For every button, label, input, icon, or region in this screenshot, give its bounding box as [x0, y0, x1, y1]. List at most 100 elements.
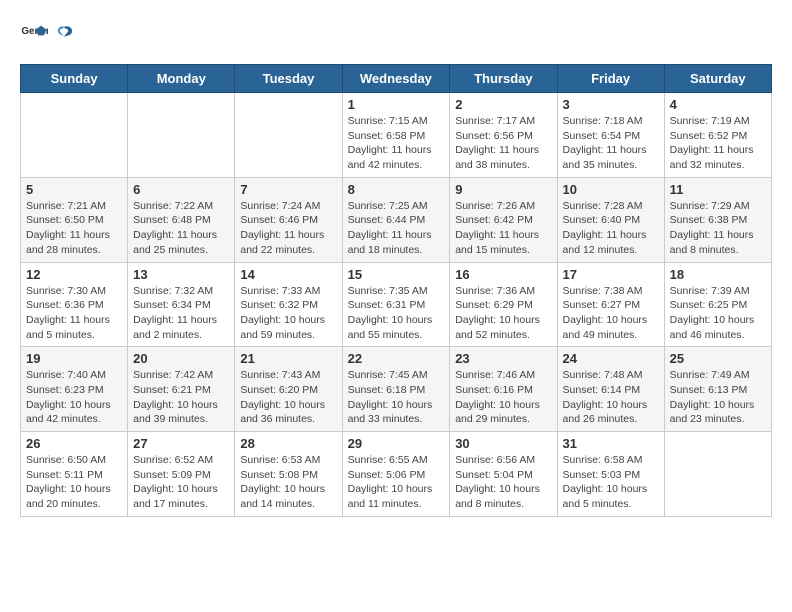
calendar-cell: 9Sunrise: 7:26 AM Sunset: 6:42 PM Daylig… — [450, 177, 557, 262]
day-info: Sunrise: 7:19 AM Sunset: 6:52 PM Dayligh… — [670, 114, 766, 173]
logo-bird-icon — [53, 23, 75, 45]
calendar-cell: 16 Sunrise: 7:36 AM Sunset: 6:29 PM Dayli… — [450, 262, 557, 347]
day-info: Sunrise: 6:53 AM Sunset: 5:08 PM Dayligh… — [240, 453, 336, 512]
day-number: 3 — [563, 97, 659, 112]
day-info: Sunrise: 7:49 AM Sunset: 6:13 PM Dayligh… — [670, 368, 766, 427]
calendar-cell: 29Sunrise: 6:55 AM Sunset: 5:06 PM Dayli… — [342, 432, 450, 517]
day-number: 15 — [348, 267, 445, 282]
calendar-cell: 10 Sunrise: 7:28 AM Sunset: 6:40 PM Dayli… — [557, 177, 664, 262]
day-number: 20 — [133, 351, 229, 366]
day-number: 2 — [455, 97, 551, 112]
day-info: Sunrise: 6:50 AM Sunset: 5:11 PM Dayligh… — [26, 453, 122, 512]
calendar-cell: 1 Sunrise: 7:15 AM Sunset: 6:58 PM Daylig… — [342, 93, 450, 178]
calendar-week-row: 1 Sunrise: 7:15 AM Sunset: 6:58 PM Daylig… — [21, 93, 772, 178]
day-info: Sunrise: 7:15 AM Sunset: 6:58 PM Dayligh… — [348, 114, 445, 173]
calendar-day-header: Monday — [128, 65, 235, 93]
day-info: Sunrise: 7:39 AM Sunset: 6:25 PM Dayligh… — [670, 284, 766, 343]
day-number: 14 — [240, 267, 336, 282]
calendar-day-header: Saturday — [664, 65, 771, 93]
calendar-cell: 11 Sunrise: 7:29 AM Sunset: 6:38 PM Dayli… — [664, 177, 771, 262]
day-info: Sunrise: 7:43 AM Sunset: 6:20 PM Dayligh… — [240, 368, 336, 427]
day-number: 10 — [563, 182, 659, 197]
day-number: 12 — [26, 267, 122, 282]
calendar-table: SundayMondayTuesdayWednesdayThursdayFrid… — [20, 64, 772, 517]
calendar-week-row: 12 Sunrise: 7:30 AM Sunset: 6:36 PM Dayli… — [21, 262, 772, 347]
day-info: Sunrise: 7:30 AM Sunset: 6:36 PM Dayligh… — [26, 284, 122, 343]
calendar-cell: 15 Sunrise: 7:35 AM Sunset: 6:31 PM Dayli… — [342, 262, 450, 347]
day-info: Sunrise: 7:17 AM Sunset: 6:56 PM Dayligh… — [455, 114, 551, 173]
calendar-cell: 7 Sunrise: 7:24 AM Sunset: 6:46 PM Daylig… — [235, 177, 342, 262]
day-info: Sunrise: 7:42 AM Sunset: 6:21 PM Dayligh… — [133, 368, 229, 427]
day-info: Sunrise: 6:56 AM Sunset: 5:04 PM Dayligh… — [455, 453, 551, 512]
day-number: 19 — [26, 351, 122, 366]
day-number: 1 — [348, 97, 445, 112]
calendar-cell: 2 Sunrise: 7:17 AM Sunset: 6:56 PM Daylig… — [450, 93, 557, 178]
day-number: 24 — [563, 351, 659, 366]
calendar-cell: 24 Sunrise: 7:48 AM Sunset: 6:14 PM Dayli… — [557, 347, 664, 432]
day-number: 23 — [455, 351, 551, 366]
calendar-day-header: Friday — [557, 65, 664, 93]
day-number: 13 — [133, 267, 229, 282]
day-number: 17 — [563, 267, 659, 282]
calendar-cell: 4 Sunrise: 7:19 AM Sunset: 6:52 PM Daylig… — [664, 93, 771, 178]
calendar-week-row: 5Sunrise: 7:21 AM Sunset: 6:50 PM Daylig… — [21, 177, 772, 262]
day-info: Sunrise: 7:35 AM Sunset: 6:31 PM Dayligh… — [348, 284, 445, 343]
calendar-cell: 19 Sunrise: 7:40 AM Sunset: 6:23 PM Dayli… — [21, 347, 128, 432]
day-number: 11 — [670, 182, 766, 197]
calendar-cell — [664, 432, 771, 517]
day-info: Sunrise: 6:55 AM Sunset: 5:06 PM Dayligh… — [348, 453, 445, 512]
day-number: 31 — [563, 436, 659, 451]
day-number: 18 — [670, 267, 766, 282]
calendar-header-row: SundayMondayTuesdayWednesdayThursdayFrid… — [21, 65, 772, 93]
day-number: 27 — [133, 436, 229, 451]
day-info: Sunrise: 7:18 AM Sunset: 6:54 PM Dayligh… — [563, 114, 659, 173]
day-info: Sunrise: 7:25 AM Sunset: 6:44 PM Dayligh… — [348, 199, 445, 258]
page-header: General — [20, 20, 772, 48]
calendar-cell: 5Sunrise: 7:21 AM Sunset: 6:50 PM Daylig… — [21, 177, 128, 262]
calendar-cell: 25 Sunrise: 7:49 AM Sunset: 6:13 PM Dayli… — [664, 347, 771, 432]
calendar-cell: 21 Sunrise: 7:43 AM Sunset: 6:20 PM Dayli… — [235, 347, 342, 432]
calendar-cell: 27 Sunrise: 6:52 AM Sunset: 5:09 PM Dayli… — [128, 432, 235, 517]
calendar-cell — [21, 93, 128, 178]
day-info: Sunrise: 7:26 AM Sunset: 6:42 PM Dayligh… — [455, 199, 551, 258]
calendar-day-header: Sunday — [21, 65, 128, 93]
day-info: Sunrise: 7:29 AM Sunset: 6:38 PM Dayligh… — [670, 199, 766, 258]
day-info: Sunrise: 7:40 AM Sunset: 6:23 PM Dayligh… — [26, 368, 122, 427]
day-number: 28 — [240, 436, 336, 451]
calendar-day-header: Tuesday — [235, 65, 342, 93]
day-number: 8 — [348, 182, 445, 197]
day-info: Sunrise: 7:28 AM Sunset: 6:40 PM Dayligh… — [563, 199, 659, 258]
calendar-cell: 31 Sunrise: 6:58 AM Sunset: 5:03 PM Dayli… — [557, 432, 664, 517]
day-number: 25 — [670, 351, 766, 366]
calendar-cell: 22Sunrise: 7:45 AM Sunset: 6:18 PM Dayli… — [342, 347, 450, 432]
logo-icon: General — [20, 20, 48, 48]
day-number: 7 — [240, 182, 336, 197]
day-number: 16 — [455, 267, 551, 282]
calendar-cell — [235, 93, 342, 178]
day-info: Sunrise: 7:45 AM Sunset: 6:18 PM Dayligh… — [348, 368, 445, 427]
logo: General — [20, 20, 76, 48]
calendar-week-row: 26Sunrise: 6:50 AM Sunset: 5:11 PM Dayli… — [21, 432, 772, 517]
day-number: 21 — [240, 351, 336, 366]
day-info: Sunrise: 7:24 AM Sunset: 6:46 PM Dayligh… — [240, 199, 336, 258]
day-info: Sunrise: 7:46 AM Sunset: 6:16 PM Dayligh… — [455, 368, 551, 427]
day-number: 4 — [670, 97, 766, 112]
calendar-cell: 26Sunrise: 6:50 AM Sunset: 5:11 PM Dayli… — [21, 432, 128, 517]
day-info: Sunrise: 7:36 AM Sunset: 6:29 PM Dayligh… — [455, 284, 551, 343]
calendar-day-header: Wednesday — [342, 65, 450, 93]
calendar-cell: 8 Sunrise: 7:25 AM Sunset: 6:44 PM Daylig… — [342, 177, 450, 262]
calendar-cell: 3 Sunrise: 7:18 AM Sunset: 6:54 PM Daylig… — [557, 93, 664, 178]
calendar-cell: 6Sunrise: 7:22 AM Sunset: 6:48 PM Daylig… — [128, 177, 235, 262]
calendar-cell: 14Sunrise: 7:33 AM Sunset: 6:32 PM Dayli… — [235, 262, 342, 347]
day-info: Sunrise: 7:48 AM Sunset: 6:14 PM Dayligh… — [563, 368, 659, 427]
day-info: Sunrise: 6:58 AM Sunset: 5:03 PM Dayligh… — [563, 453, 659, 512]
day-info: Sunrise: 7:22 AM Sunset: 6:48 PM Dayligh… — [133, 199, 229, 258]
calendar-cell: 12 Sunrise: 7:30 AM Sunset: 6:36 PM Dayli… — [21, 262, 128, 347]
day-info: Sunrise: 6:52 AM Sunset: 5:09 PM Dayligh… — [133, 453, 229, 512]
day-info: Sunrise: 7:21 AM Sunset: 6:50 PM Dayligh… — [26, 199, 122, 258]
calendar-cell: 20 Sunrise: 7:42 AM Sunset: 6:21 PM Dayli… — [128, 347, 235, 432]
day-info: Sunrise: 7:38 AM Sunset: 6:27 PM Dayligh… — [563, 284, 659, 343]
calendar-cell: 18 Sunrise: 7:39 AM Sunset: 6:25 PM Dayli… — [664, 262, 771, 347]
calendar-cell: 17 Sunrise: 7:38 AM Sunset: 6:27 PM Dayli… — [557, 262, 664, 347]
calendar-cell: 30Sunrise: 6:56 AM Sunset: 5:04 PM Dayli… — [450, 432, 557, 517]
